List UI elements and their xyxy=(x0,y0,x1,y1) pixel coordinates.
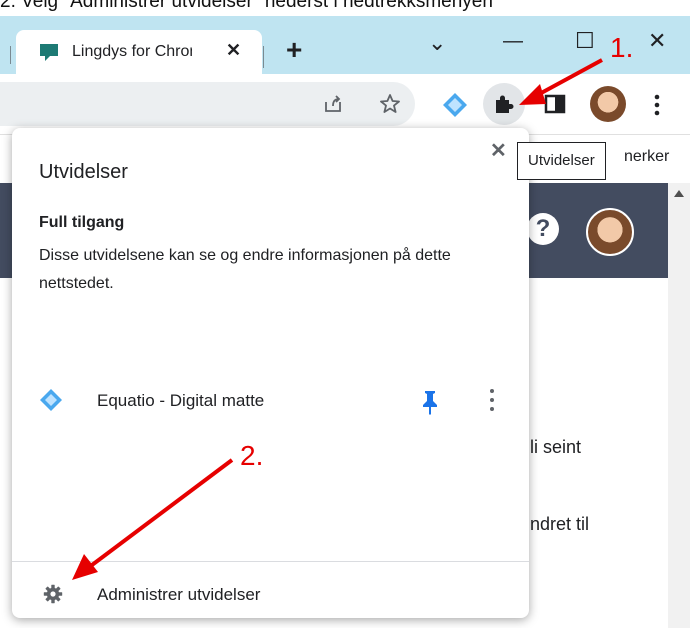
full-access-heading: Full tilgang xyxy=(39,214,125,231)
extensions-tooltip: Utvidelser xyxy=(517,142,606,180)
equatio-extension-icon[interactable] xyxy=(442,92,468,118)
step2-label: 2. xyxy=(240,440,264,471)
equatio-icon xyxy=(40,389,62,411)
popup-divider xyxy=(12,561,529,562)
page-avatar[interactable] xyxy=(586,208,634,256)
minimize-icon[interactable]: — xyxy=(503,30,523,53)
extensions-popup: Utvidelser ✕ Full tilgang Disse utvidels… xyxy=(12,128,529,618)
address-bar[interactable] xyxy=(0,82,415,126)
extension-name[interactable]: Equatio - Digital matte xyxy=(97,391,264,411)
chrome-menu-icon[interactable] xyxy=(654,94,660,116)
side-panel-icon[interactable] xyxy=(544,93,566,115)
full-access-description: Disse utvidelsene kan se og endre inform… xyxy=(39,247,451,292)
tab-separator xyxy=(10,46,11,64)
extension-more-icon[interactable] xyxy=(490,389,494,416)
bookmark-star-icon[interactable] xyxy=(378,92,402,116)
profile-avatar[interactable] xyxy=(590,86,626,122)
step1-label: 1. xyxy=(610,32,634,63)
popup-title: Utvidelser xyxy=(39,161,128,183)
tab-separator xyxy=(263,46,264,68)
share-icon[interactable] xyxy=(322,93,344,115)
browser-tab[interactable]: Lingdys for Chrome ✕ xyxy=(16,30,262,74)
puzzle-piece-icon xyxy=(496,95,514,113)
scroll-up-arrow-icon[interactable] xyxy=(674,190,684,197)
tab-title: Lingdys for Chrome xyxy=(72,43,192,60)
background-text: li seint xyxy=(530,437,582,457)
window-close-icon[interactable]: ✕ xyxy=(648,28,666,54)
tab-close-icon[interactable]: ✕ xyxy=(226,40,241,61)
tab-search-icon[interactable]: ⌄ xyxy=(428,30,446,56)
browser-toolbar xyxy=(0,74,690,135)
tab-strip: Lingdys for Chrome ✕ + ⌄ — ☐ ✕ xyxy=(0,16,690,74)
page-scrollbar[interactable] xyxy=(668,183,690,628)
new-tab-icon[interactable]: + xyxy=(286,36,302,64)
help-icon[interactable]: ? xyxy=(527,213,559,245)
bookmarks-item[interactable]: nerker xyxy=(624,148,669,166)
maximize-icon[interactable]: ☐ xyxy=(575,28,595,54)
pin-icon[interactable] xyxy=(420,389,440,415)
background-text: ndret til xyxy=(530,514,590,534)
instruction-caption: 2. Velg "Administrer utvidelser" nederst… xyxy=(0,0,493,12)
gear-icon xyxy=(43,584,63,604)
popup-close-icon[interactable]: ✕ xyxy=(490,138,507,163)
manage-extensions-link[interactable]: Administrer utvidelser xyxy=(97,585,260,605)
lingdys-favicon-icon xyxy=(40,44,58,61)
